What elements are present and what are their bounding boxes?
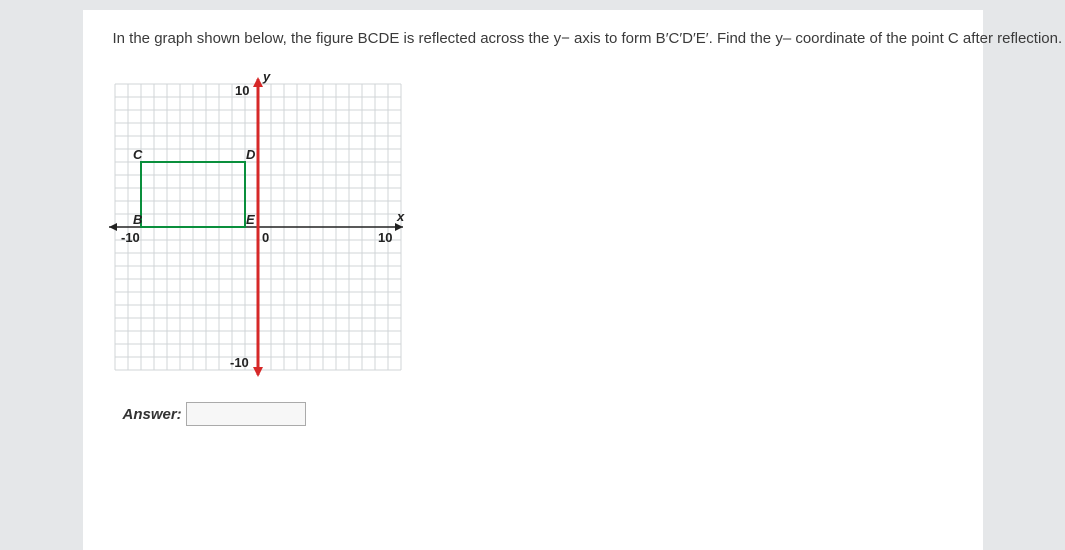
x-axis-label: x <box>396 209 405 224</box>
xtick-0: 0 <box>262 230 269 245</box>
xtick-neg10: -10 <box>121 230 140 245</box>
answer-label: Answer: <box>123 406 182 423</box>
ytick-neg10: -10 <box>230 355 249 370</box>
y-axis-label: y <box>262 69 271 84</box>
point-label-b: B <box>133 212 142 227</box>
answer-row: Answer: <box>123 402 953 426</box>
point-label-c: C <box>133 147 143 162</box>
point-label-e: E <box>246 212 255 227</box>
point-label-d: D <box>246 147 256 162</box>
coordinate-graph: -10 0 10 10 -10 y x C D B E <box>103 67 953 387</box>
answer-input[interactable] <box>186 402 306 426</box>
graph-svg: -10 0 10 10 -10 y x C D B E <box>103 67 413 387</box>
question-text: In the graph shown below, the figure BCD… <box>113 30 953 47</box>
xtick-10: 10 <box>378 230 392 245</box>
question-card: In the graph shown below, the figure BCD… <box>83 10 983 550</box>
ytick-10: 10 <box>235 83 249 98</box>
